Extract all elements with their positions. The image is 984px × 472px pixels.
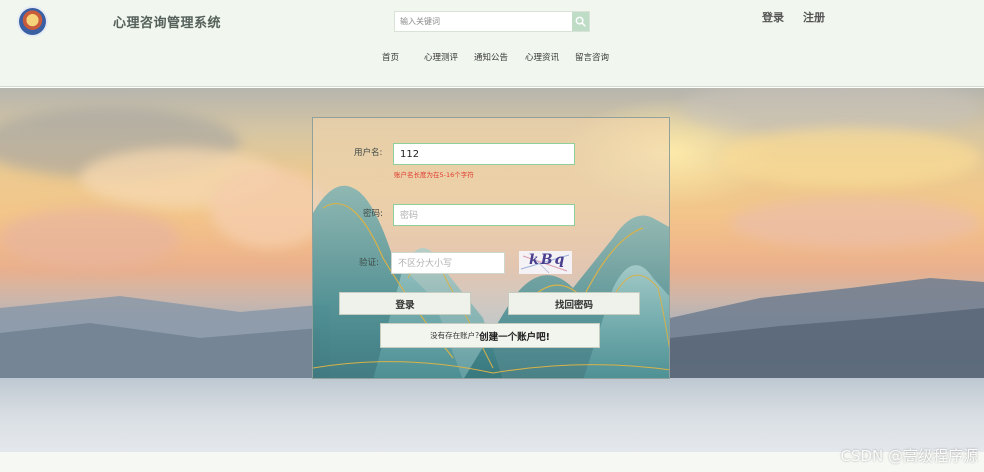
logo-icon[interactable] xyxy=(19,8,46,35)
nav-item-consult[interactable]: 留言咨询 xyxy=(575,51,609,63)
login-link[interactable]: 登录 xyxy=(762,9,784,25)
password-label: 密码: xyxy=(363,209,383,219)
app-title: 心理咨询管理系统 xyxy=(113,16,222,31)
main-nav: 首页 心理测评 通知公告 心理资讯 留言咨询 xyxy=(0,51,984,65)
cloud xyxy=(720,128,980,188)
fog-layer xyxy=(0,378,984,452)
nav-item-notices[interactable]: 通知公告 xyxy=(474,51,508,63)
header: 心理咨询管理系统 登录 注册 首页 心理测评 通知公告 心理资讯 留言咨询 xyxy=(0,0,984,87)
search-button[interactable] xyxy=(572,12,589,31)
nav-item-home[interactable]: 首页 xyxy=(382,51,399,63)
search-input[interactable] xyxy=(395,12,572,31)
create-account-button[interactable]: 没有存在账户? 创建一个账户吧! xyxy=(380,323,600,348)
register-prompt-small: 没有存在账户? xyxy=(430,331,480,340)
captcha-text: kBq xyxy=(529,252,567,268)
search-icon xyxy=(575,16,586,27)
nav-item-assessment[interactable]: 心理测评 xyxy=(424,51,458,63)
register-prompt-big: 创建一个账户吧! xyxy=(479,331,550,343)
login-panel: 用户名: 账户名长度为在5-16个字符 密码: 验证: kBq 登录 找回密码 … xyxy=(312,117,670,379)
footer xyxy=(0,452,984,472)
cloud xyxy=(730,198,980,248)
page: 心理咨询管理系统 登录 注册 首页 心理测评 通知公告 心理资讯 留言咨询 xyxy=(0,0,984,472)
register-link[interactable]: 注册 xyxy=(803,9,825,25)
nav-item-news[interactable]: 心理资讯 xyxy=(525,51,559,63)
login-button[interactable]: 登录 xyxy=(339,292,471,315)
cloud xyxy=(0,208,180,268)
captcha-image[interactable]: kBq xyxy=(519,251,572,274)
password-input[interactable] xyxy=(393,204,575,226)
username-input[interactable] xyxy=(393,143,575,165)
captcha-label: 验证: xyxy=(359,258,379,268)
captcha-input[interactable] xyxy=(391,252,505,274)
watermark: CSDN @高级程序源 xyxy=(840,447,978,465)
username-error: 账户名长度为在5-16个字符 xyxy=(394,171,474,179)
recover-password-button[interactable]: 找回密码 xyxy=(508,292,640,315)
search-box xyxy=(394,11,590,32)
username-label: 用户名: xyxy=(354,148,383,158)
